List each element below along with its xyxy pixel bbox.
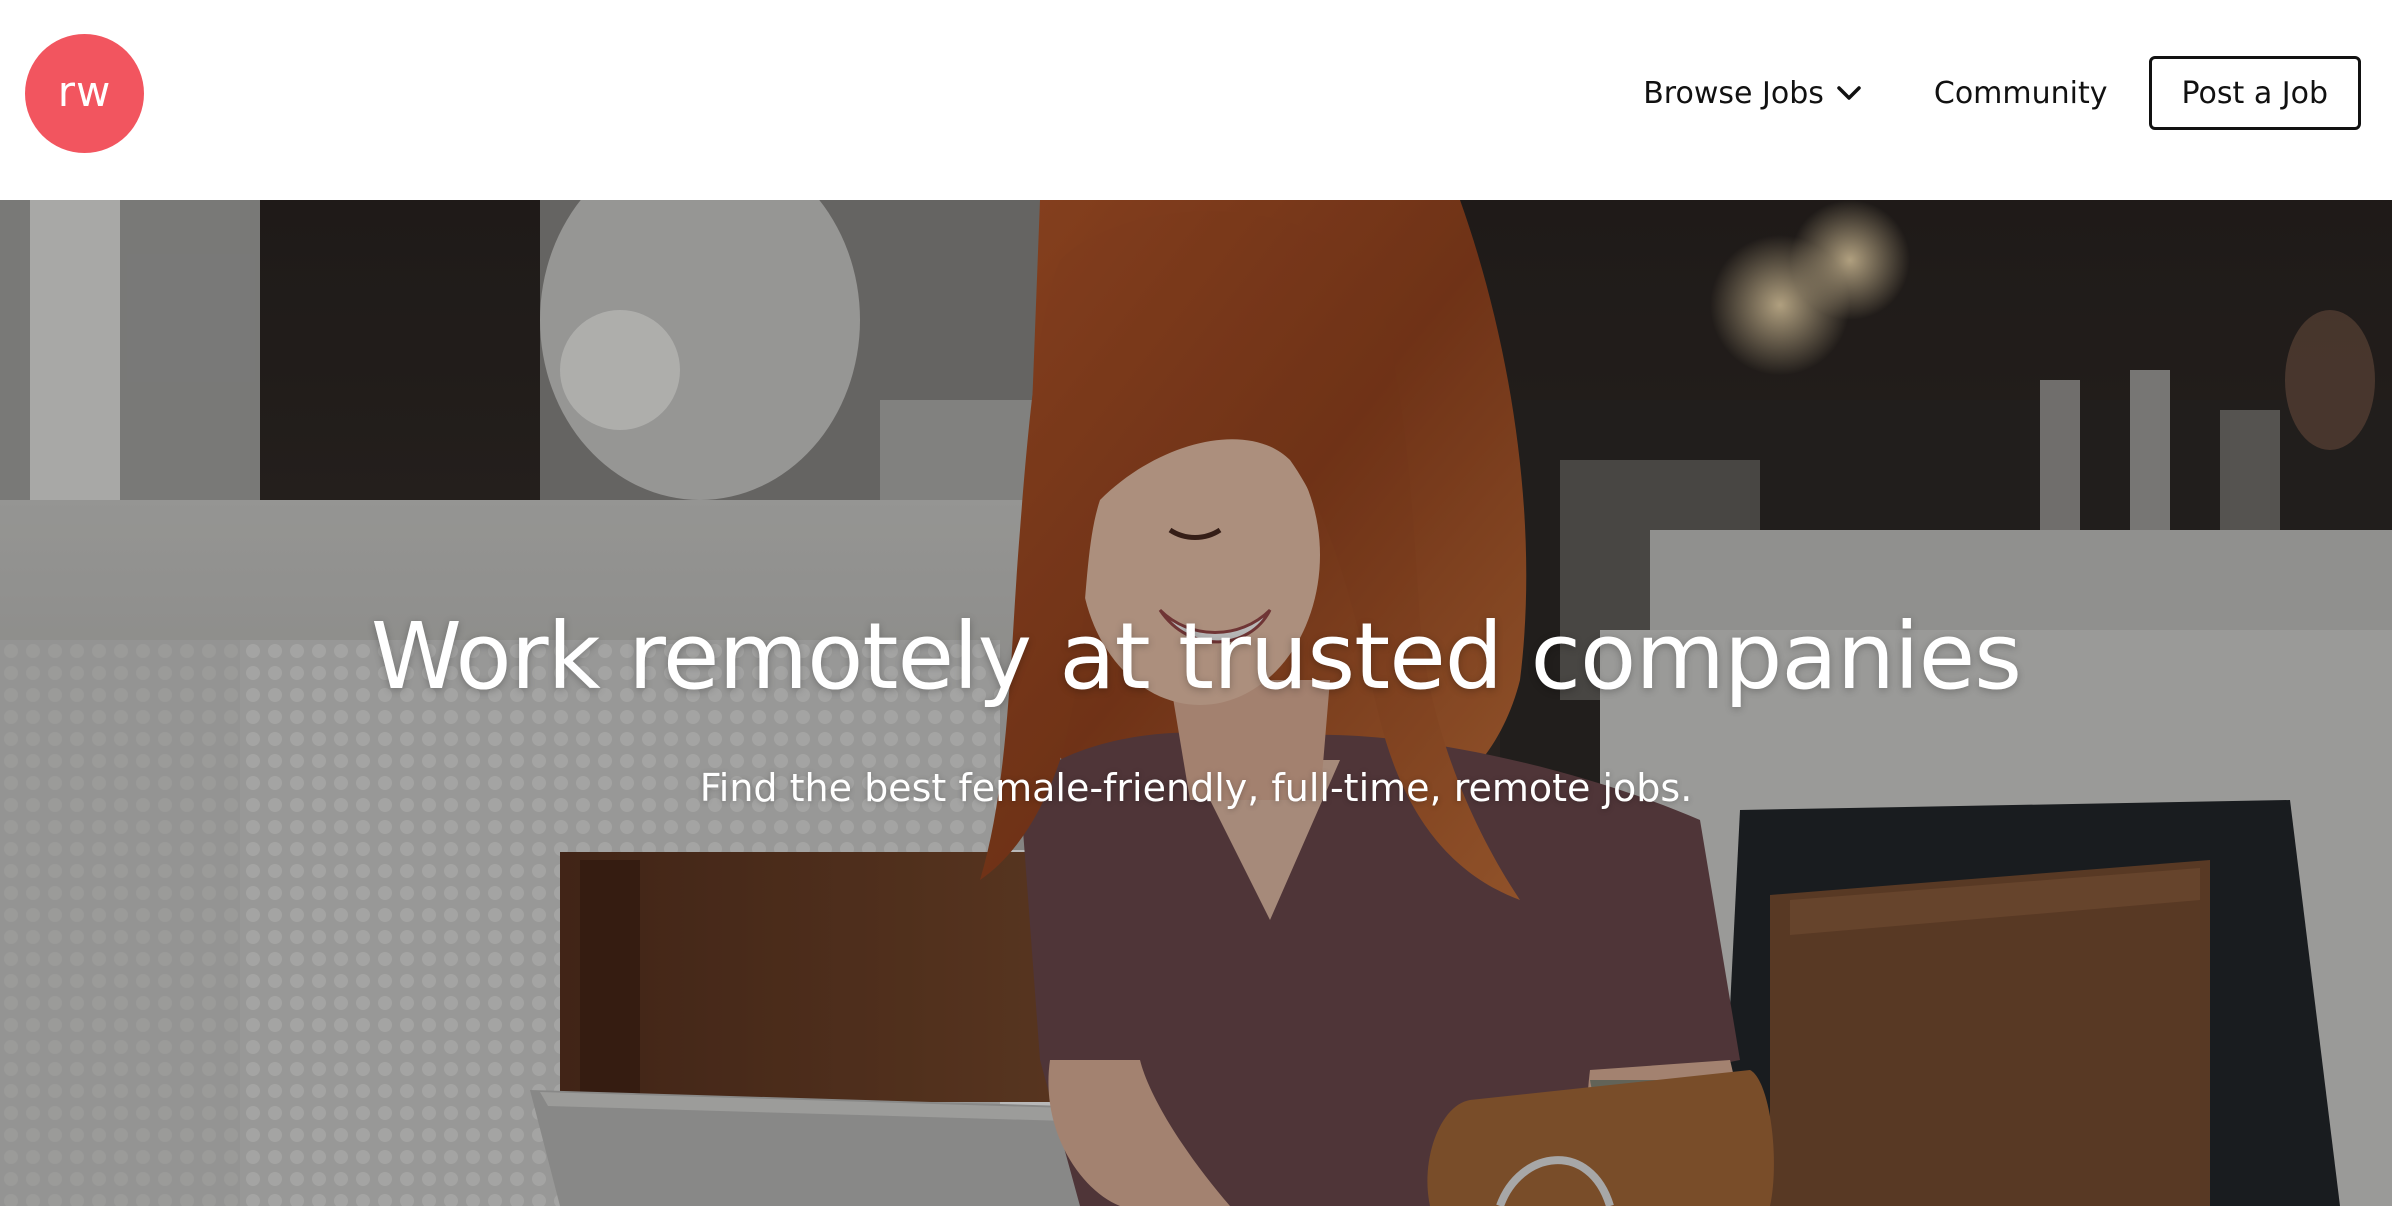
community-link[interactable]: Community xyxy=(1934,76,2108,111)
page: rw Browse Jobs Community Post a Job Work… xyxy=(0,0,2392,1206)
community-label: Community xyxy=(1933,75,2108,111)
browse-jobs-label: Browse Jobs xyxy=(1643,75,1824,111)
site-header: rw Browse Jobs Community Post a Job xyxy=(0,0,2392,200)
chevron-down-icon xyxy=(1836,80,1862,106)
hero-section: Work remotely at trusted companies Find … xyxy=(0,200,2392,1206)
hero-title: Work remotely at trusted companies xyxy=(370,603,2022,710)
main-nav: Browse Jobs Community Post a Job xyxy=(1643,54,2361,132)
post-a-job-label: Post a Job xyxy=(2181,75,2328,111)
browse-jobs-menu[interactable]: Browse Jobs xyxy=(1643,76,1862,111)
logo-text: rw xyxy=(57,67,112,116)
logo[interactable]: rw xyxy=(25,34,144,153)
hero-subtitle: Find the best female-friendly, full-time… xyxy=(699,766,1693,810)
post-a-job-button[interactable]: Post a Job xyxy=(2148,56,2361,130)
